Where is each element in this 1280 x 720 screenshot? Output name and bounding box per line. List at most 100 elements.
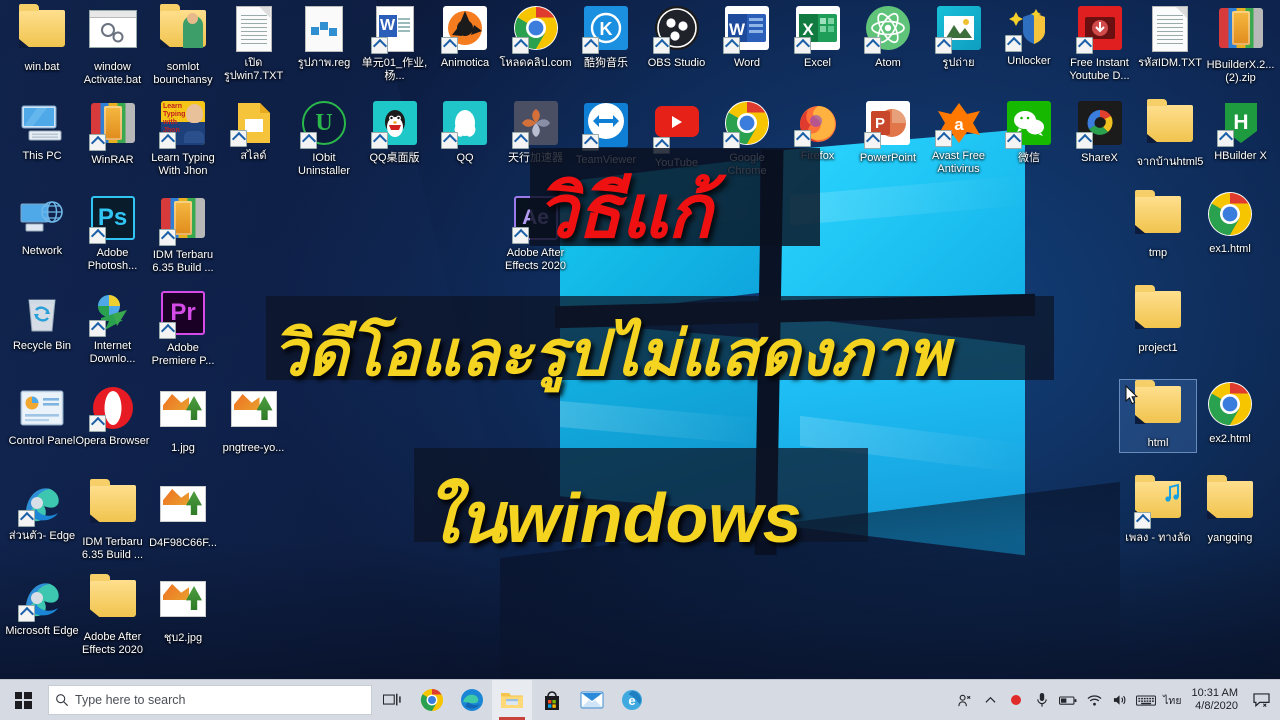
wifi-icon[interactable]	[1081, 680, 1107, 720]
desktop-icon-word-document-icon[interactable]: W 单元01_作业, 杨...	[357, 4, 433, 82]
desktop-icon-winrar-archive-icon[interactable]: HBuilderX.2...(2).zip	[1203, 4, 1279, 84]
youtube-icon	[652, 106, 701, 154]
desktop-icon-label: Learn Typing With Jhon	[151, 152, 215, 177]
qq-icon	[441, 101, 489, 149]
shortcut-arrow-icon	[370, 37, 388, 54]
desktop-icon-microsoft-excel-icon[interactable]: X Excel	[780, 4, 856, 70]
desktop-icon-text-document-icon[interactable]: รหัสIDM.TXT	[1132, 4, 1208, 70]
desktop-icon-label: Word	[733, 57, 761, 69]
desktop-icon-iobit-uninstaller-icon[interactable]: U IObit Uninstaller	[286, 99, 362, 177]
desktop-icon-internet-download-manager-icon[interactable]: Internet Downlo...	[75, 289, 151, 365]
desktop-icon-label: Internet Downlo...	[89, 340, 136, 365]
desktop-icon-folder-icon[interactable]: tmp	[1120, 190, 1196, 260]
taskbar-app-edge[interactable]	[452, 680, 492, 720]
desktop-icon-this-pc-icon[interactable]: This PC	[4, 99, 80, 163]
desktop-icon-folder-icon[interactable]: IDM Terbaru 6.35 Build ...	[75, 479, 151, 561]
shortcut-arrow-icon	[18, 510, 35, 527]
desktop-icon-opera-browser-icon[interactable]: Opera Browser	[75, 384, 151, 448]
desktop-icon-label: Adobe Premiere P...	[151, 342, 215, 367]
desktop-icon-qq-desktop-icon[interactable]: QQ桌面版	[357, 99, 433, 165]
desktop-icon-label: Free Instant Youtube D...	[1069, 57, 1130, 82]
desktop-icon-control-panel-icon[interactable]: Control Panel	[4, 384, 80, 448]
desktop-icon-unlocker-icon[interactable]: Unlocker	[991, 4, 1067, 68]
people-icon[interactable]	[951, 680, 977, 720]
desktop-icon-chrome-html-file-icon[interactable]: ex1.html	[1192, 190, 1268, 256]
tianxing-accelerator-icon	[511, 101, 560, 149]
battery-icon[interactable]	[1055, 680, 1081, 720]
desktop-icon-folder-icon[interactable]: win.bat	[4, 4, 80, 74]
desktop-icon-registry-file-icon[interactable]: รูปภาพ.reg	[286, 4, 362, 70]
settings-window-icon	[88, 10, 137, 58]
desktop-icon-winrar-icon[interactable]: WinRAR	[75, 99, 151, 167]
recording-dot-icon[interactable]	[1003, 680, 1029, 720]
desktop-icon-microsoft-edge-icon[interactable]: ส่วนตัว- Edge	[4, 479, 80, 543]
desktop-icon-network-icon[interactable]: Network	[4, 194, 80, 258]
desktop-icon-wechat-icon[interactable]: 微信	[991, 99, 1067, 165]
windows-logo-icon	[14, 691, 32, 709]
desktop-icon-label: QQ桌面版	[369, 152, 420, 164]
desktop-icon-recycle-bin-icon[interactable]: Recycle Bin	[4, 289, 80, 353]
desktop-icon-learn-typing-icon[interactable]: Learn Typing with Jhon Learn Typing With Jho…	[145, 99, 221, 177]
desktop-icon-image-file-icon[interactable]: D4F98C66F...	[145, 479, 221, 550]
desktop-icon-avast-icon[interactable]: a Avast Free Antivirus	[921, 99, 997, 175]
desktop-icon-music-folder-icon[interactable]: เพลง - ทางลัด	[1120, 475, 1196, 545]
desktop-icon-image-file-icon[interactable]: ชุบ2.jpg	[145, 574, 221, 645]
desktop-icon-youtube-downloader-icon[interactable]: Free Instant Youtube D...	[1062, 4, 1138, 82]
desktop-icon-label: Excel	[804, 57, 831, 69]
photos-icon	[934, 6, 983, 54]
desktop-icon-adobe-photoshop-icon[interactable]: Ps Adobe Photosh...	[75, 194, 151, 272]
desktop-icon-winrar-archive-icon[interactable]: IDM Terbaru 6.35 Build ...	[145, 194, 221, 274]
desktop-icon-folder-icon[interactable]: จากบ้านhtml5	[1132, 99, 1208, 169]
language-indicator[interactable]: ไทย	[1159, 692, 1185, 709]
desktop-icon-animotica-icon[interactable]: Animotica	[427, 4, 503, 70]
shortcut-arrow-icon	[441, 132, 458, 149]
desktop-icon-photos-icon[interactable]: รูปถ่าย	[921, 4, 997, 70]
desktop-icon-qq-icon[interactable]: QQ	[427, 99, 503, 165]
taskbar-app-file-explorer[interactable]	[492, 680, 532, 720]
desktop-icon-folder-icon[interactable]: Adobe After Effects 2020	[75, 574, 151, 656]
text-document-icon	[1146, 6, 1194, 54]
desktop-icon-folder-icon[interactable]: yangqing	[1192, 475, 1268, 545]
speaker-icon[interactable]	[1107, 680, 1133, 720]
desktop-icon-text-document-icon[interactable]: เปิดรูปwin7.TXT	[216, 4, 292, 82]
desktop-icon-microsoft-edge-icon[interactable]: Microsoft Edge	[4, 574, 80, 638]
shortcut-arrow-icon	[159, 229, 176, 246]
chrome-icon	[723, 101, 771, 149]
network-icon	[18, 194, 66, 242]
shortcut-arrow-icon	[1075, 132, 1093, 149]
taskbar-app-internet-explorer[interactable]: e	[612, 680, 652, 720]
search-input[interactable]: Type here to search	[48, 685, 372, 715]
chevron-up-icon[interactable]	[977, 680, 1003, 720]
desktop-icon-image-file-icon[interactable]: 1.jpg	[145, 384, 221, 455]
action-center-icon[interactable]	[1246, 680, 1276, 720]
desktop-icon-slides-icon[interactable]: สไลด์	[216, 99, 292, 163]
desktop-icon-adobe-premiere-icon[interactable]: Pr Adobe Premiere P...	[145, 289, 221, 367]
desktop-icon-microsoft-powerpoint-icon[interactable]: P PowerPoint	[850, 99, 926, 165]
shortcut-arrow-icon	[1005, 132, 1022, 149]
clock[interactable]: 10:31 AM 4/8/2020	[1186, 687, 1246, 713]
microphone-icon[interactable]	[1029, 680, 1055, 720]
taskbar-app-mail[interactable]	[572, 680, 612, 720]
desktop-icon-label: yangqing	[1207, 532, 1253, 544]
desktop-icon-hbuilder-x-icon[interactable]: H HBuilder X	[1203, 99, 1279, 163]
winrar-archive-icon	[159, 198, 207, 246]
start-button[interactable]	[0, 680, 46, 720]
desktop-icon-microsoft-word-icon[interactable]: W Word	[709, 4, 785, 70]
desktop-icon-kugou-music-icon[interactable]: K 酷狗音乐	[568, 4, 644, 70]
taskbar-app-microsoft-store[interactable]	[532, 680, 572, 720]
task-view-button[interactable]	[372, 680, 412, 720]
desktop-icon-folder-icon[interactable]: project1	[1120, 285, 1196, 355]
desktop-icon-settings-window-icon[interactable]: window Activate.bat	[75, 4, 151, 86]
desktop-icon-obs-studio-icon[interactable]: OBS Studio	[639, 4, 715, 70]
desktop-icon-sharex-icon[interactable]: ShareX	[1062, 99, 1138, 165]
taskbar-app-chrome[interactable]	[412, 680, 452, 720]
microsoft-powerpoint-icon: P	[864, 101, 912, 149]
desktop-icon-label: win.bat	[24, 61, 60, 73]
qq-desktop-icon	[370, 101, 419, 149]
touch-keyboard-icon[interactable]	[1133, 680, 1159, 720]
desktop-icon-chrome-icon[interactable]: โหลดคลิป.com	[498, 4, 574, 70]
adobe-photoshop-icon: Ps	[88, 196, 137, 244]
desktop-icon-atom-editor-icon[interactable]: Atom	[850, 4, 926, 70]
desktop-icon-chrome-html-file-icon[interactable]: ex2.html	[1192, 380, 1268, 446]
desktop-icon-user-folder-icon[interactable]: somlot bounchansy	[145, 4, 221, 86]
